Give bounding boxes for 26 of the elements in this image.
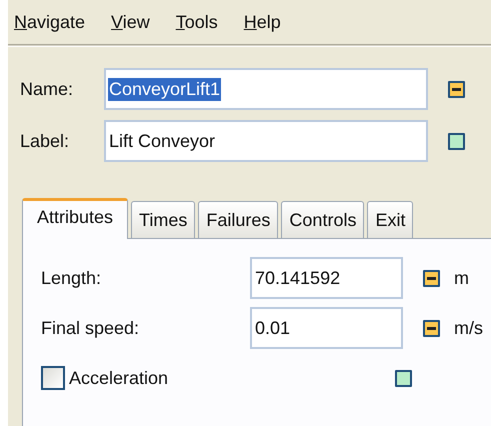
menu-item[interactable]: Help [244, 12, 281, 32]
field-label: Name: [20, 78, 74, 100]
square-icon[interactable] [448, 132, 465, 150]
text-field[interactable]: 0.01 [250, 307, 403, 349]
text-field[interactable]: ConveyorLift1 [104, 68, 428, 110]
menu-item[interactable]: View [111, 12, 150, 32]
tab[interactable]: Times [131, 201, 196, 238]
field-label: Final speed: [41, 318, 140, 338]
minus-icon[interactable] [423, 270, 440, 286]
square-icon[interactable] [395, 370, 412, 386]
tab[interactable]: Exit [367, 201, 414, 238]
unit-label: m [454, 268, 469, 288]
text-field[interactable]: 70.141592 [250, 257, 403, 299]
field-label: Label: [20, 130, 70, 152]
minus-icon[interactable] [423, 320, 440, 336]
tab[interactable]: Failures [198, 201, 278, 238]
tab[interactable]: Attributes [22, 198, 128, 239]
minus-icon[interactable] [448, 80, 465, 98]
menu-item[interactable]: Tools [176, 12, 218, 32]
checkbox[interactable] [41, 366, 65, 390]
checkbox-label: Acceleration [69, 368, 170, 388]
menu-item[interactable]: Navigate [14, 12, 86, 32]
unit-label: m/s [454, 318, 483, 338]
field-label: Length: [41, 268, 102, 288]
tab[interactable]: Controls [281, 201, 364, 238]
text-field[interactable]: Lift Conveyor [104, 120, 428, 162]
